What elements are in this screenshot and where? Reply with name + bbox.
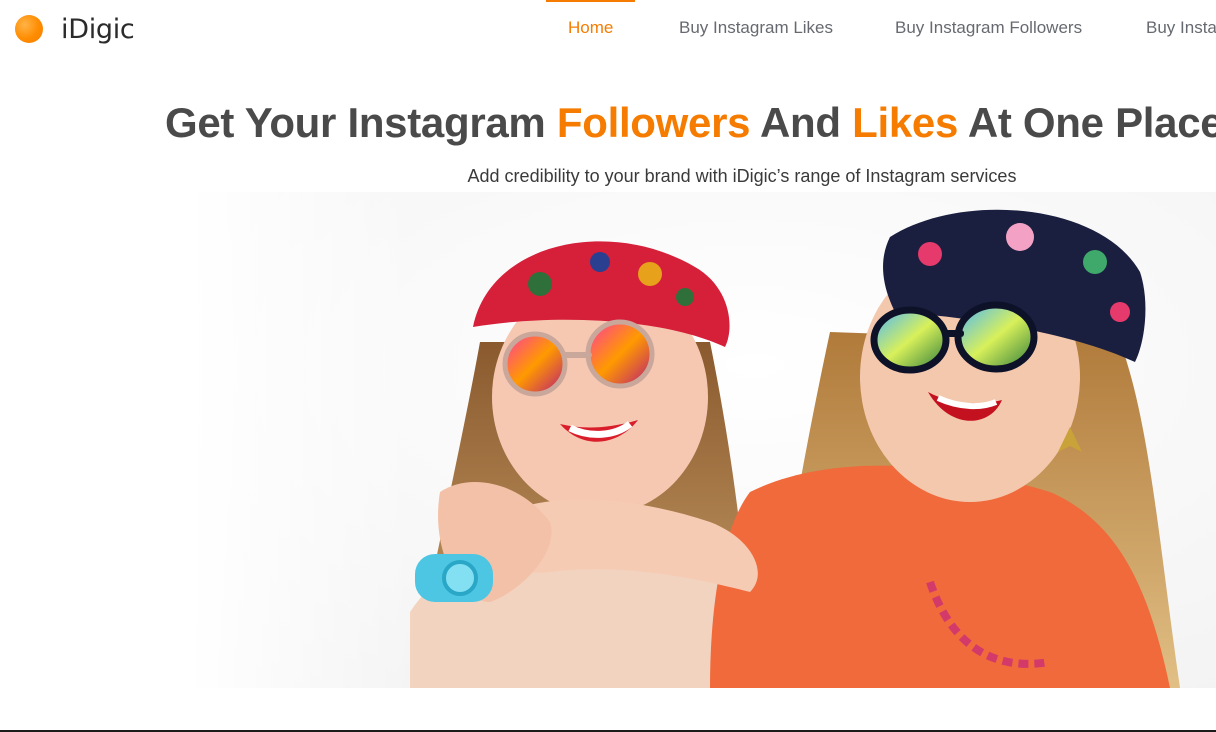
headline-text: At One Place, Inst	[967, 99, 1216, 146]
hero-headline: Get Your Instagram Followers And Likes A…	[165, 99, 1216, 147]
headline-accent-likes: Likes	[852, 99, 959, 146]
site-header: iDigic Home Buy Instagram Likes Buy Inst…	[0, 0, 1216, 58]
nav-buy-instagram-likes[interactable]: Buy Instagram Likes	[679, 0, 833, 58]
nav-buy-instagram-more[interactable]: Buy Insta	[1146, 0, 1216, 58]
nav-buy-instagram-followers[interactable]: Buy Instagram Followers	[895, 0, 1082, 58]
headline-text: Get Your Instagram	[165, 99, 557, 146]
headline-text: And	[750, 99, 853, 146]
main-nav: Home Buy Instagram Likes Buy Instagram F…	[0, 0, 1216, 58]
hero-subheading: Add credibility to your brand with iDigi…	[467, 166, 1017, 186]
two-women-photo-icon	[190, 192, 1216, 688]
nav-home[interactable]: Home	[545, 0, 636, 58]
page: iDigic Home Buy Instagram Likes Buy Inst…	[0, 0, 1216, 732]
headline-accent-followers: Followers	[556, 99, 751, 146]
